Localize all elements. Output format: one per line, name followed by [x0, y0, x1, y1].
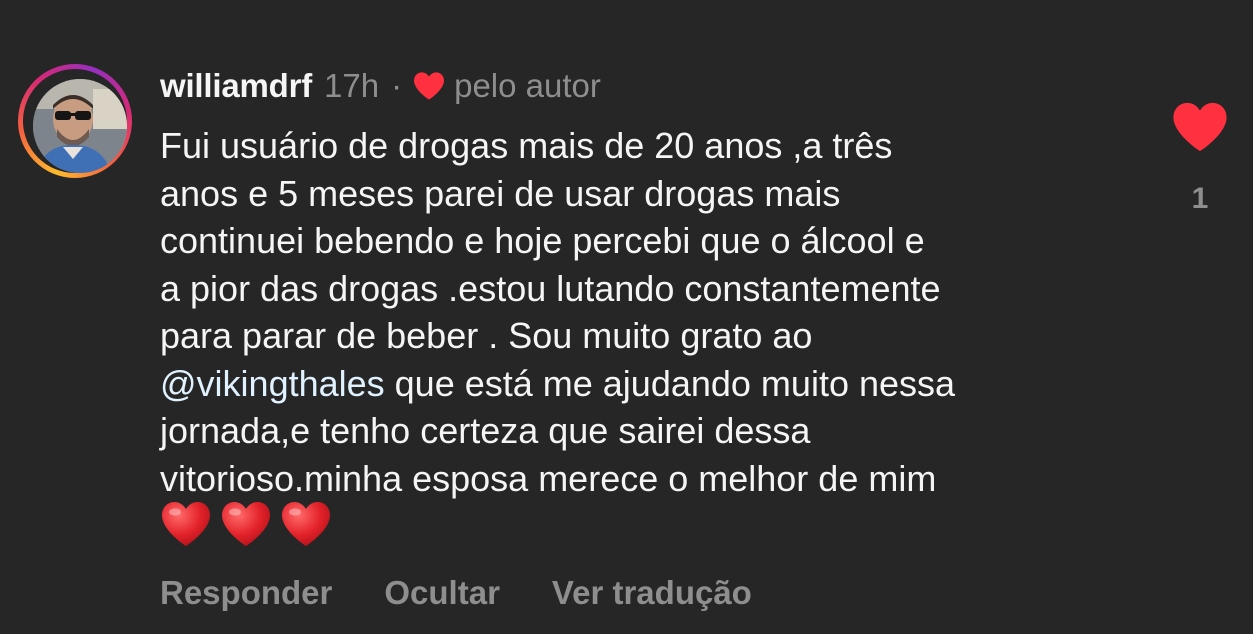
separator-dot: ·	[391, 67, 403, 104]
comment-meta: williamdrf 17h · pelo autor	[160, 62, 601, 110]
story-ring[interactable]	[18, 64, 132, 178]
like-count[interactable]: 1	[1192, 182, 1209, 216]
profile-photo-icon	[33, 79, 127, 173]
comment-text-line: jornada,e tenho certeza que sairei dessa	[160, 410, 811, 451]
comment: williamdrf 17h · pelo autor Fui usuário …	[0, 0, 1253, 634]
comment-actions: Responder Ocultar Ver tradução	[160, 574, 804, 612]
see-translation-button[interactable]: Ver tradução	[552, 574, 752, 612]
liked-by-author-heart-icon	[414, 72, 445, 100]
comment-text: Fui usuário de drogas mais de 20 anos ,a…	[160, 122, 1140, 502]
heart-icon[interactable]	[1171, 100, 1229, 154]
comment-text-line: vitorioso.minha esposa merece o melhor d…	[160, 457, 937, 499]
avatar[interactable]	[33, 79, 127, 173]
red-heart-emoji-icon	[162, 502, 210, 546]
hide-button[interactable]: Ocultar	[384, 574, 500, 612]
emoji-row	[160, 500, 332, 548]
comment-text-fragment: que está me ajudando muito nessa	[384, 362, 956, 404]
reply-button[interactable]: Responder	[160, 574, 332, 612]
username[interactable]: williamdrf	[160, 67, 312, 105]
comment-text-line: anos e 5 meses parei de usar drogas mais	[160, 172, 841, 214]
like-column: 1	[1170, 100, 1230, 216]
red-heart-emoji-icon	[222, 502, 270, 546]
comment-text-line: continuei bebendo e hoje percebi que o á…	[160, 220, 925, 261]
timestamp: 17h	[324, 67, 380, 104]
mention-link[interactable]: @vikingthales	[160, 363, 385, 404]
comment-text-line: a pior das drogas .estou lutando constan…	[160, 267, 941, 309]
comment-text-line: Fui usuário de drogas mais de 20 anos ,a…	[160, 125, 893, 166]
comment-text-line-with-mention: @vikingthales que está me ajudando muito…	[160, 360, 1140, 408]
liked-by-author-label: pelo autor	[454, 67, 601, 104]
red-heart-emoji-icon	[282, 502, 330, 546]
comment-text-line: para parar de beber . Sou muito grato ao	[160, 315, 813, 356]
